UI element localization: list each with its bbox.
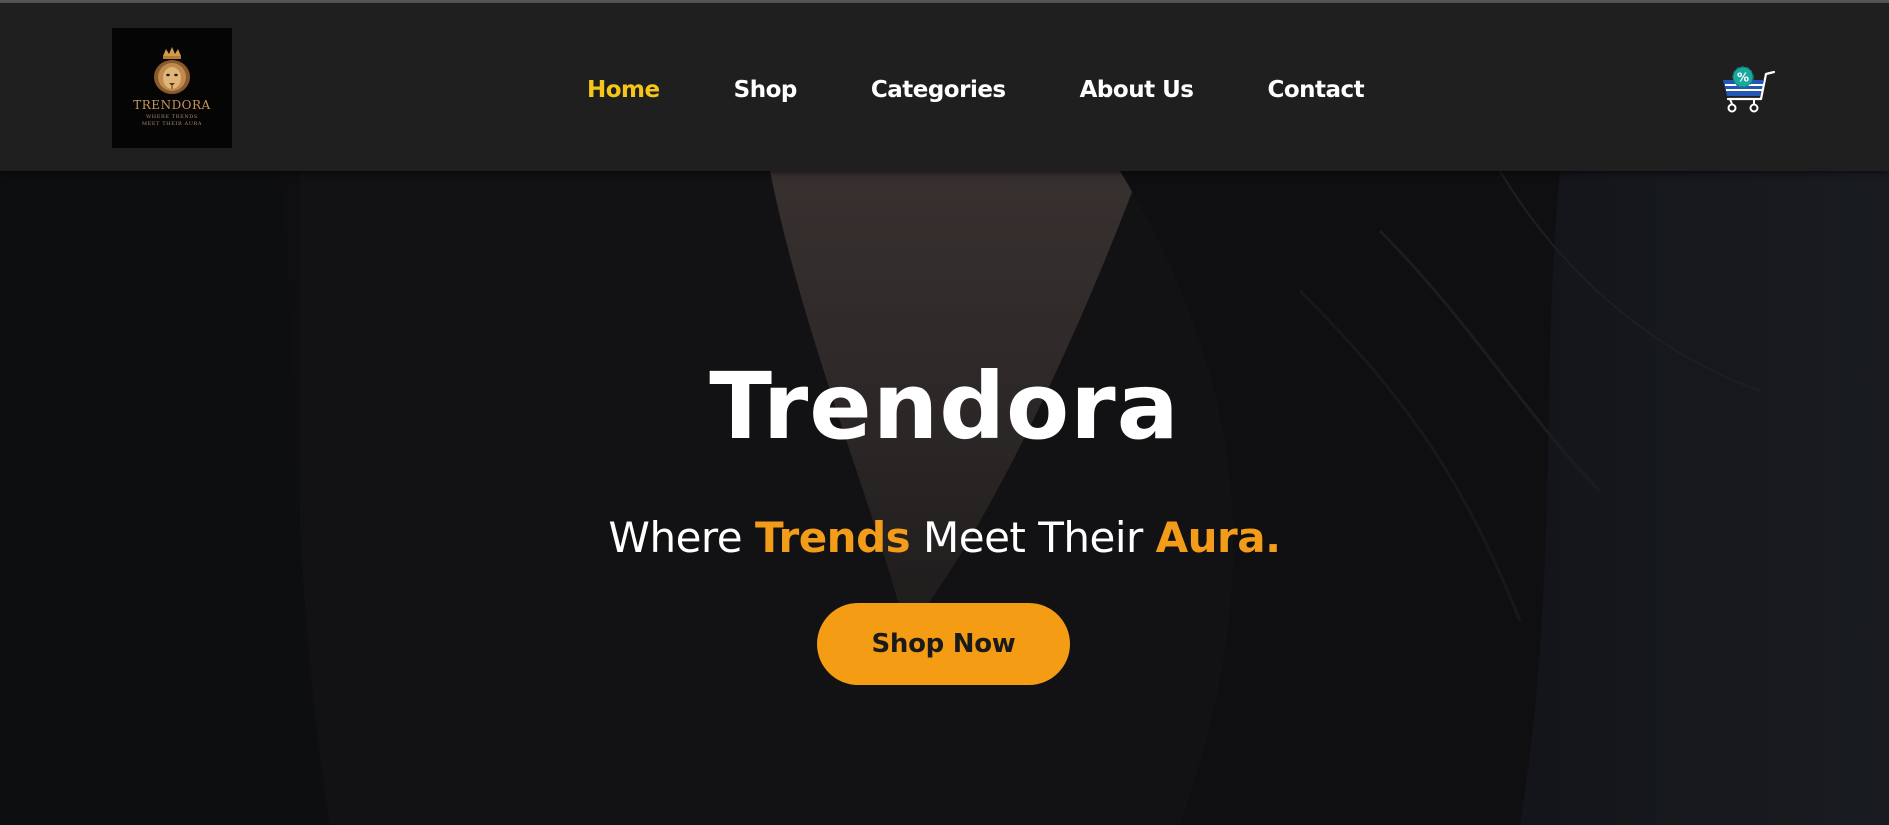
hero-subtitle: Where Trends Meet Their Aura. xyxy=(0,513,1889,563)
brand-logo[interactable]: TRENDORA WHERE TRENDS MEET THEIR AURA xyxy=(112,28,232,148)
main-nav: Home Shop Categories About Us Contact xyxy=(587,75,1365,105)
hero-subtitle-part2: Meet Their xyxy=(910,513,1156,562)
shopping-cart-discount-icon: % xyxy=(1723,66,1776,113)
nav-item-home[interactable]: Home xyxy=(587,75,660,105)
logo-tagline: WHERE TRENDS MEET THEIR AURA xyxy=(141,114,203,127)
hero-section: Trendora Where Trends Meet Their Aura. S… xyxy=(0,171,1889,825)
hero-title: Trendora xyxy=(709,353,1180,460)
nav-item-shop[interactable]: Shop xyxy=(734,75,798,105)
hero-subtitle-highlight-trends: Trends xyxy=(754,513,911,562)
hero-background-image xyxy=(0,171,1889,825)
nav-item-contact[interactable]: Contact xyxy=(1267,75,1364,105)
nav-item-about-us[interactable]: About Us xyxy=(1080,75,1194,105)
site-header: TRENDORA WHERE TRENDS MEET THEIR AURA Ho… xyxy=(0,3,1889,171)
nav-item-categories[interactable]: Categories xyxy=(871,75,1006,105)
logo-wordmark: TRENDORA xyxy=(133,98,211,112)
cart-discount-badge: % xyxy=(1737,71,1749,85)
cart-button[interactable]: % xyxy=(1718,66,1776,116)
hero-subtitle-highlight-aura: Aura. xyxy=(1155,513,1281,562)
hero-subtitle-part1: Where xyxy=(608,513,755,562)
lion-crest-icon xyxy=(154,47,190,94)
shop-now-button[interactable]: Shop Now xyxy=(817,603,1070,685)
